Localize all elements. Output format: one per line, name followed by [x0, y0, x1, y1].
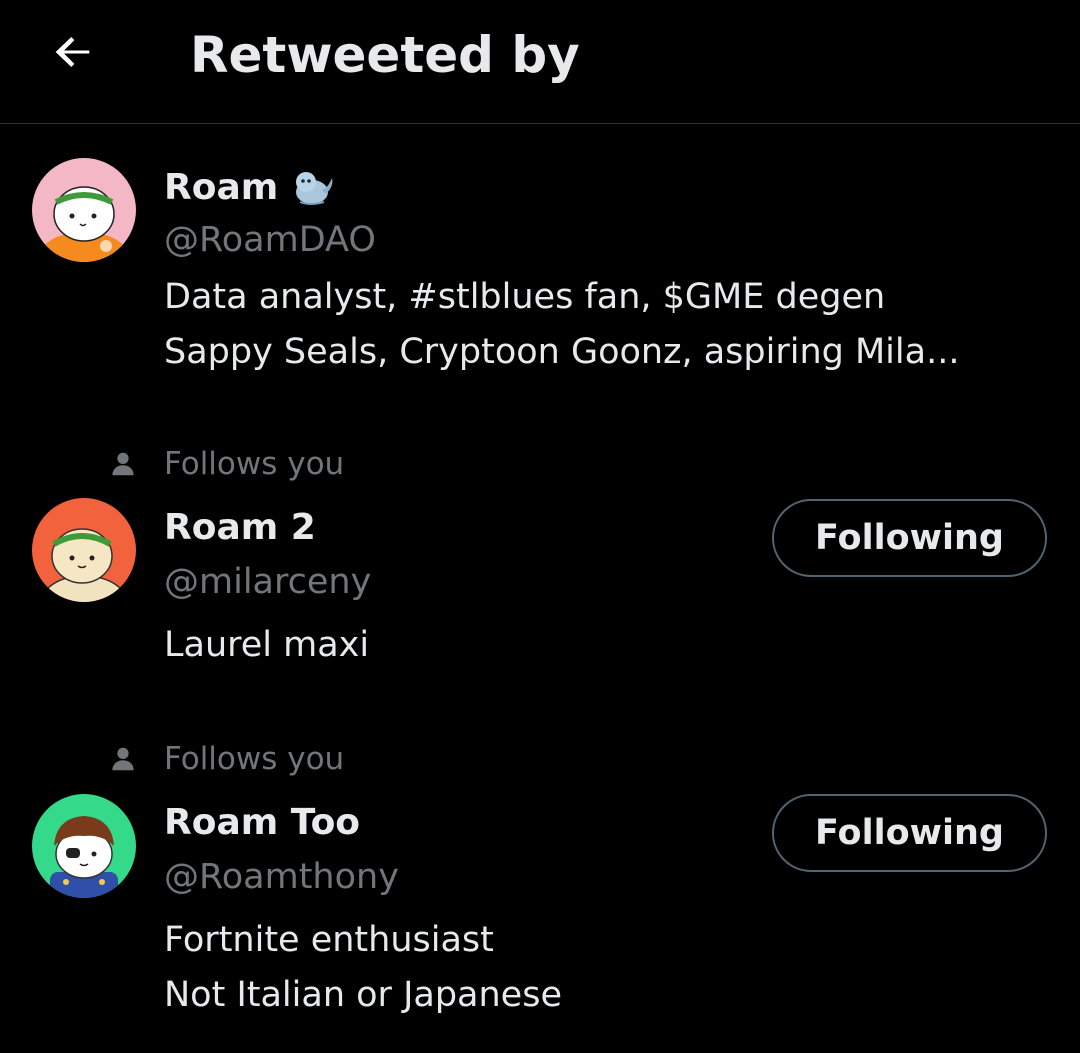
- follows-you-label: Follows you: [164, 446, 345, 482]
- avatar[interactable]: [32, 158, 136, 262]
- avatar[interactable]: [32, 498, 136, 602]
- following-button[interactable]: Following: [772, 794, 1047, 872]
- user-cell-roam-2[interactable]: Follows you Roam 2 @milarceny Laurel max…: [0, 424, 1080, 714]
- bio-line: Laurel maxi: [164, 625, 370, 665]
- user-bio: Data analyst, #stlblues fan, $GME degen …: [164, 270, 1044, 380]
- user-handle: @Roamthony: [164, 857, 399, 897]
- follows-you-label: Follows you: [164, 741, 345, 777]
- user-cell-roam-too[interactable]: Follows you Roam Too @Roamthony Fortnite…: [0, 719, 1080, 1053]
- top-app-bar: Retweeted by: [0, 0, 1080, 124]
- display-name: Roam 2: [164, 507, 316, 548]
- person-icon: [112, 747, 134, 771]
- arrow-left-icon: [55, 37, 90, 67]
- bio-line: Fortnite enthusiast: [164, 920, 494, 960]
- display-name: Roam Too: [164, 802, 361, 843]
- social-context: Follows you: [108, 444, 344, 484]
- person-icon: [112, 452, 134, 476]
- back-button[interactable]: [44, 22, 104, 82]
- bio-line: Data analyst, #stlblues fan, $GME degen: [164, 277, 886, 317]
- social-context: Follows you: [108, 739, 344, 779]
- page-title: Retweeted by: [190, 26, 580, 84]
- user-bio: Fortnite enthusiast Not Italian or Japan…: [164, 913, 1044, 1023]
- user-handle: @milarceny: [164, 562, 372, 602]
- bio-line: Sappy Seals, Cryptoon Goonz, aspiring Mi…: [164, 332, 960, 372]
- display-name: Roam: [164, 167, 279, 208]
- user-bio: Laurel maxi: [164, 618, 1044, 673]
- seal-emoji-icon: [296, 172, 333, 205]
- user-handle: @RoamDAO: [164, 220, 376, 260]
- bio-line: Not Italian or Japanese: [164, 975, 562, 1015]
- avatar[interactable]: [32, 794, 136, 898]
- following-button[interactable]: Following: [772, 499, 1047, 577]
- user-cell-roam[interactable]: Roam @RoamDAO Data analyst, #stlblues fa…: [0, 124, 1080, 424]
